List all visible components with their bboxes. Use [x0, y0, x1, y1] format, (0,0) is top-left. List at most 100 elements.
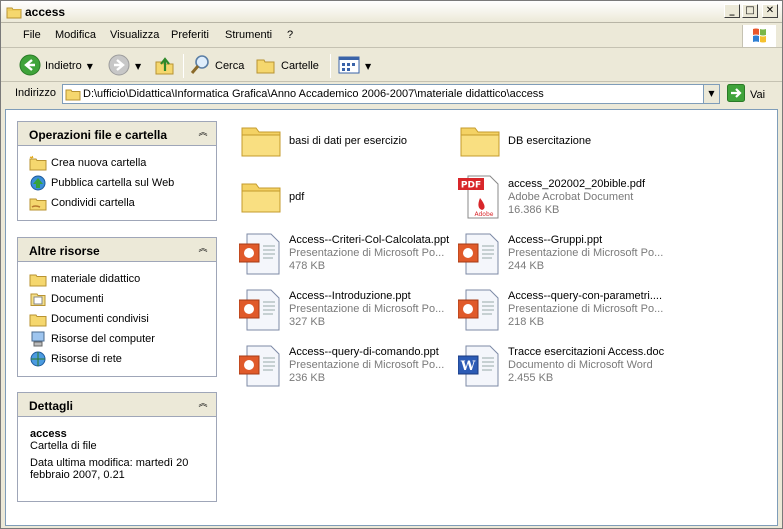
panel-title: Dettagli [29, 399, 74, 413]
minimize-button[interactable]: _ [724, 4, 740, 18]
collapse-chevron-icon[interactable]: ︽ [196, 242, 210, 256]
back-arrow-icon [19, 54, 41, 79]
search-button[interactable]: Cerca [189, 53, 244, 79]
shared-documents-icon [29, 311, 47, 327]
collapse-chevron-icon[interactable]: ︽ [196, 126, 210, 140]
ppt-icon [238, 286, 287, 334]
link-risorse-rete[interactable]: Risorse di rete [18, 349, 216, 369]
menu-preferiti[interactable]: Preferiti [171, 29, 209, 41]
views-dropdown-icon[interactable]: ▼ [365, 62, 371, 71]
computer-icon [29, 331, 47, 347]
file-item[interactable]: PDF Adobe access_202002_20bible.pdf Adobe… [458, 174, 678, 226]
ppt-icon [238, 342, 287, 390]
panel-header[interactable]: Operazioni file e cartella ︽ [18, 122, 216, 146]
title-bar[interactable]: access _ □ ✕ [1, 1, 782, 23]
task-pane: Operazioni file e cartella ︽ Crea nuova … [6, 110, 230, 525]
panel-header[interactable]: Altre risorse ︽ [18, 238, 216, 262]
file-name: DB esercitazione [508, 135, 592, 147]
file-item[interactable]: Access--Introduzione.ppt Presentazione d… [238, 286, 459, 338]
file-item[interactable]: DB esercitazione [458, 118, 678, 170]
file-type: Presentazione di Microsoft Po... [289, 359, 445, 371]
menu-bar: File Modifica Visualizza Preferiti Strum… [1, 24, 782, 48]
publish-web-icon [29, 175, 47, 191]
svg-text:W: W [460, 359, 476, 374]
menu-file[interactable]: File [23, 29, 41, 41]
folder-icon [458, 118, 506, 166]
address-input[interactable]: D:\ufficio\Didattica\Informatica Grafica… [62, 84, 720, 104]
file-size: 2.455 KB [508, 372, 554, 384]
file-size: 244 KB [508, 260, 545, 272]
link-share-folder[interactable]: Condividi cartella [18, 193, 216, 213]
menu-help[interactable]: ? [287, 29, 293, 41]
link-new-folder[interactable]: Crea nuova cartella [18, 153, 216, 173]
menu-strumenti[interactable]: Strumenti [225, 29, 272, 41]
file-size: 236 KB [289, 372, 326, 384]
up-folder-icon [154, 54, 176, 79]
folder-icon [239, 174, 287, 222]
link-label: Documenti condivisi [51, 313, 149, 325]
details-panel: Dettagli ︽ access Cartella di file Data … [17, 392, 217, 502]
link-label: materiale didattico [51, 273, 141, 285]
file-name: Access--query-con-parametri.... [508, 290, 663, 302]
link-documenti-condivisi[interactable]: Documenti condivisi [18, 309, 216, 329]
go-button[interactable]: Vai [727, 84, 765, 105]
folder-icon [239, 118, 287, 166]
file-type: Presentazione di Microsoft Po... [289, 303, 445, 315]
file-item[interactable]: W Tracce esercitazioni Access.doc Docume… [457, 342, 678, 394]
views-button[interactable]: ▼ [338, 53, 371, 79]
back-button[interactable]: Indietro ▼ [19, 53, 93, 79]
back-dropdown-icon[interactable]: ▼ [87, 62, 93, 71]
menu-visualizza[interactable]: Visualizza [110, 29, 159, 41]
views-icon [338, 55, 360, 78]
file-name: Access--Criteri-Col-Calcolata.ppt [289, 234, 450, 246]
close-button[interactable]: ✕ [762, 4, 778, 18]
collapse-chevron-icon[interactable]: ︽ [196, 397, 210, 411]
explorer-window: access _ □ ✕ File Modifica Visualizza Pr… [0, 0, 783, 529]
file-item[interactable]: Access--query-di-comando.ppt Presentazio… [238, 342, 459, 394]
file-type: Documento di Microsoft Word [508, 359, 653, 371]
address-dropdown-icon[interactable]: ▼ [703, 85, 719, 103]
doc-icon: W [457, 342, 506, 390]
file-item[interactable]: Access--Criteri-Col-Calcolata.ppt Presen… [238, 230, 459, 282]
link-materiale-didattico[interactable]: materiale didattico [18, 269, 216, 289]
link-label: Pubblica cartella sul Web [51, 177, 175, 189]
other-places-panel: Altre risorse ︽ materiale didattico Docu… [17, 237, 217, 377]
file-name: pdf [289, 191, 305, 203]
panel-header[interactable]: Dettagli ︽ [18, 393, 216, 417]
file-type: Presentazione di Microsoft Po... [508, 247, 664, 259]
file-folder-tasks-panel: Operazioni file e cartella ︽ Crea nuova … [17, 121, 217, 221]
folder-icon [65, 87, 81, 104]
file-name: basi di dati per esercizio [289, 135, 408, 147]
file-item[interactable]: pdf [239, 174, 459, 226]
link-label: Risorse del computer [51, 333, 155, 345]
link-risorse-computer[interactable]: Risorse del computer [18, 329, 216, 349]
panel-title: Altre risorse [29, 244, 100, 258]
details-modified-cont: febbraio 2007, 0.21 [30, 469, 125, 481]
folder-icon [29, 271, 47, 287]
file-size: 478 KB [289, 260, 326, 272]
file-item[interactable]: Access--query-con-parametri.... Presenta… [457, 286, 678, 338]
file-name: access_202002_20bible.pdf [508, 178, 646, 190]
go-arrow-icon [727, 84, 745, 105]
network-icon [29, 351, 47, 367]
link-documenti[interactable]: Documenti [18, 289, 216, 309]
folders-button[interactable]: Cartelle [255, 53, 319, 79]
link-publish-web[interactable]: Pubblica cartella sul Web [18, 173, 216, 193]
forward-button[interactable]: ▼ [108, 53, 141, 79]
file-item[interactable]: basi di dati per esercizio [239, 118, 459, 170]
share-folder-icon [29, 195, 47, 211]
file-name: Access--Introduzione.ppt [289, 290, 411, 302]
file-size: 327 KB [289, 316, 326, 328]
forward-dropdown-icon[interactable]: ▼ [135, 62, 141, 71]
details-name: access [30, 428, 67, 440]
menu-modifica[interactable]: Modifica [55, 29, 96, 41]
file-item[interactable]: Access--Gruppi.ppt Presentazione di Micr… [457, 230, 678, 282]
maximize-button[interactable]: □ [742, 4, 758, 18]
folder-icon [6, 5, 22, 22]
up-folder-button[interactable] [154, 53, 176, 79]
link-label: Crea nuova cartella [51, 157, 147, 169]
ppt-icon [457, 230, 506, 278]
content-area: Operazioni file e cartella ︽ Crea nuova … [5, 109, 778, 526]
new-folder-icon [29, 155, 47, 171]
search-icon [189, 54, 211, 79]
